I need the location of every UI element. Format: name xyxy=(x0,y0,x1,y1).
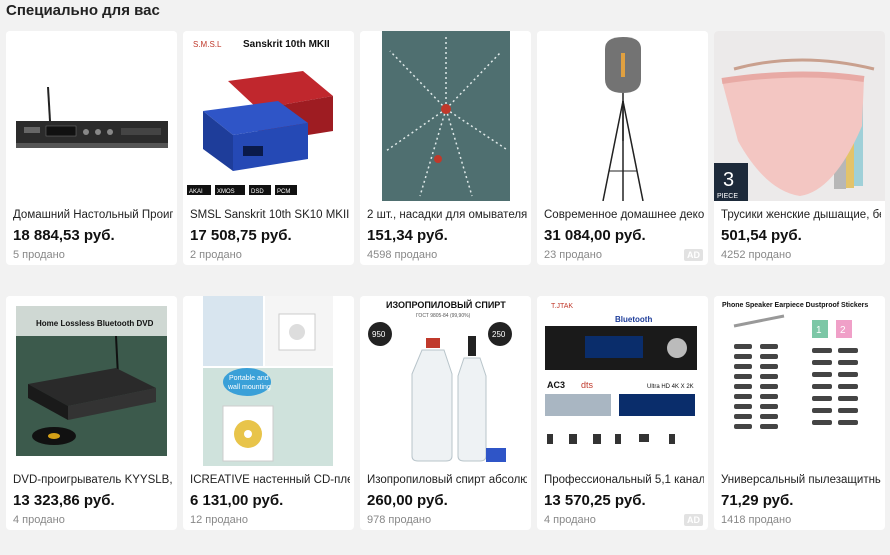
ad-badge: AD xyxy=(684,249,703,261)
sold-count: 2 продано xyxy=(190,249,242,261)
product-price: 260,00 руб. xyxy=(367,492,448,509)
svg-text:AC3: AC3 xyxy=(547,380,565,390)
product-price: 13 323,86 руб. xyxy=(13,492,115,509)
product-title[interactable]: 2 шт., насадки для омывателя xyxy=(367,209,527,221)
svg-text:DSD: DSD xyxy=(251,189,264,195)
svg-text:dts: dts xyxy=(581,380,594,390)
product-title[interactable]: Изопропиловый спирт абсолю xyxy=(367,474,527,486)
image-badge-line2: wall mounting xyxy=(227,384,271,391)
product-image[interactable]: Phone Speaker Earpiece Dustproof Sticker… xyxy=(714,296,885,466)
svg-text:PCM: PCM xyxy=(277,189,290,195)
product-image[interactable]: Home Lossless Bluetooth DVD xyxy=(6,296,177,466)
product-image[interactable]: ИЗОПРОПИЛОВЫЙ СПИРТ ГОСТ 9805-84 (99,90%… xyxy=(360,296,531,466)
product-title[interactable]: ICREATIVE настенный CD-плеер xyxy=(190,474,350,486)
product-title[interactable]: Трусики женские дышащие, бе xyxy=(721,209,881,221)
sold-count: 4598 продано xyxy=(367,249,438,261)
svg-text:AKAI: AKAI xyxy=(189,189,203,195)
svg-text:XMOS: XMOS xyxy=(217,189,235,195)
product-title[interactable]: SMSL Sanskrit 10th SK10 MKII D xyxy=(190,209,350,221)
image-badge-line1: Portable and xyxy=(229,375,269,382)
product-price: 6 131,00 руб. xyxy=(190,492,284,509)
product-image[interactable] xyxy=(6,31,177,201)
product-image[interactable]: Portable and wall mounting xyxy=(183,296,354,466)
product-price: 17 508,75 руб. xyxy=(190,227,292,244)
image-subline: ГОСТ 9805-84 (99,90%) xyxy=(416,313,471,319)
product-title[interactable]: Домашний Настольный Проиг xyxy=(13,209,173,221)
sold-count: 12 продано xyxy=(190,514,248,526)
product-image[interactable] xyxy=(360,31,531,201)
model-text: Sanskrit 10th MKII xyxy=(243,39,330,50)
product-image[interactable]: S.M.S.L Sanskrit 10th MKII AKAI XMOS DSD… xyxy=(183,31,354,201)
ad-badge: AD xyxy=(684,514,703,526)
bt-text: Bluetooth xyxy=(615,315,652,324)
product-title[interactable]: Универсальный пылезащитны xyxy=(721,474,881,486)
product-card[interactable]: ИЗОПРОПИЛОВЫЙ СПИРТ ГОСТ 9805-84 (99,90%… xyxy=(360,296,531,530)
product-title[interactable]: Профессиональный 5,1 канало xyxy=(544,474,704,486)
image-headline: Home Lossless Bluetooth DVD xyxy=(36,319,154,328)
sold-count: 4 продано xyxy=(13,514,65,526)
product-card[interactable]: Современное домашнее декор 31 084,00 руб… xyxy=(537,31,708,265)
sold-count: 978 продано xyxy=(367,514,432,526)
svg-text:1: 1 xyxy=(816,325,822,336)
product-card[interactable]: T.JTAK Bluetooth AC3 dts Ultra HD 4K X 2… xyxy=(537,296,708,530)
sold-count: 5 продано xyxy=(13,249,65,261)
product-image[interactable] xyxy=(537,31,708,201)
product-card[interactable]: 3 PIECE Трусики женские дышащие, бе 501,… xyxy=(714,31,885,265)
svg-text:950: 950 xyxy=(372,330,386,339)
svg-text:2: 2 xyxy=(840,325,846,336)
product-card[interactable]: Portable and wall mounting ICREATIVE нас… xyxy=(183,296,354,530)
svg-text:Ultra HD 4K X 2K: Ultra HD 4K X 2K xyxy=(647,384,694,390)
image-headline: Phone Speaker Earpiece Dustproof Sticker… xyxy=(722,302,868,309)
product-title[interactable]: DVD-проигрыватель KYYSLB, 1 xyxy=(13,474,173,486)
product-price: 18 884,53 руб. xyxy=(13,227,115,244)
product-image[interactable]: T.JTAK Bluetooth AC3 dts Ultra HD 4K X 2… xyxy=(537,296,708,466)
product-card[interactable]: S.M.S.L Sanskrit 10th MKII AKAI XMOS DSD… xyxy=(183,31,354,265)
brand-text: T.JTAK xyxy=(551,303,573,310)
svg-text:250: 250 xyxy=(492,330,506,339)
product-price: 501,54 руб. xyxy=(721,227,802,244)
brand-text: S.M.S.L xyxy=(193,40,222,49)
sold-count: 4 продано xyxy=(544,514,596,526)
product-price: 151,34 руб. xyxy=(367,227,448,244)
product-price: 71,29 руб. xyxy=(721,492,794,509)
product-title[interactable]: Современное домашнее декор xyxy=(544,209,704,221)
product-image[interactable]: 3 PIECE xyxy=(714,31,885,201)
section-title: Специально для вас xyxy=(6,2,160,19)
image-headline: ИЗОПРОПИЛОВЫЙ СПИРТ xyxy=(386,299,506,310)
product-price: 13 570,25 руб. xyxy=(544,492,646,509)
pack-unit: PIECE xyxy=(717,193,738,200)
product-card[interactable]: Phone Speaker Earpiece Dustproof Sticker… xyxy=(714,296,885,530)
product-card[interactable]: 2 шт., насадки для омывателя 151,34 руб.… xyxy=(360,31,531,265)
product-price: 31 084,00 руб. xyxy=(544,227,646,244)
sold-count: 23 продано xyxy=(544,249,602,261)
product-card[interactable]: Home Lossless Bluetooth DVD DVD-проигрыв… xyxy=(6,296,177,530)
pack-count: 3 xyxy=(723,169,734,191)
sold-count: 4252 продано xyxy=(721,249,792,261)
product-card[interactable]: Домашний Настольный Проиг 18 884,53 руб.… xyxy=(6,31,177,265)
sold-count: 1418 продано xyxy=(721,514,792,526)
